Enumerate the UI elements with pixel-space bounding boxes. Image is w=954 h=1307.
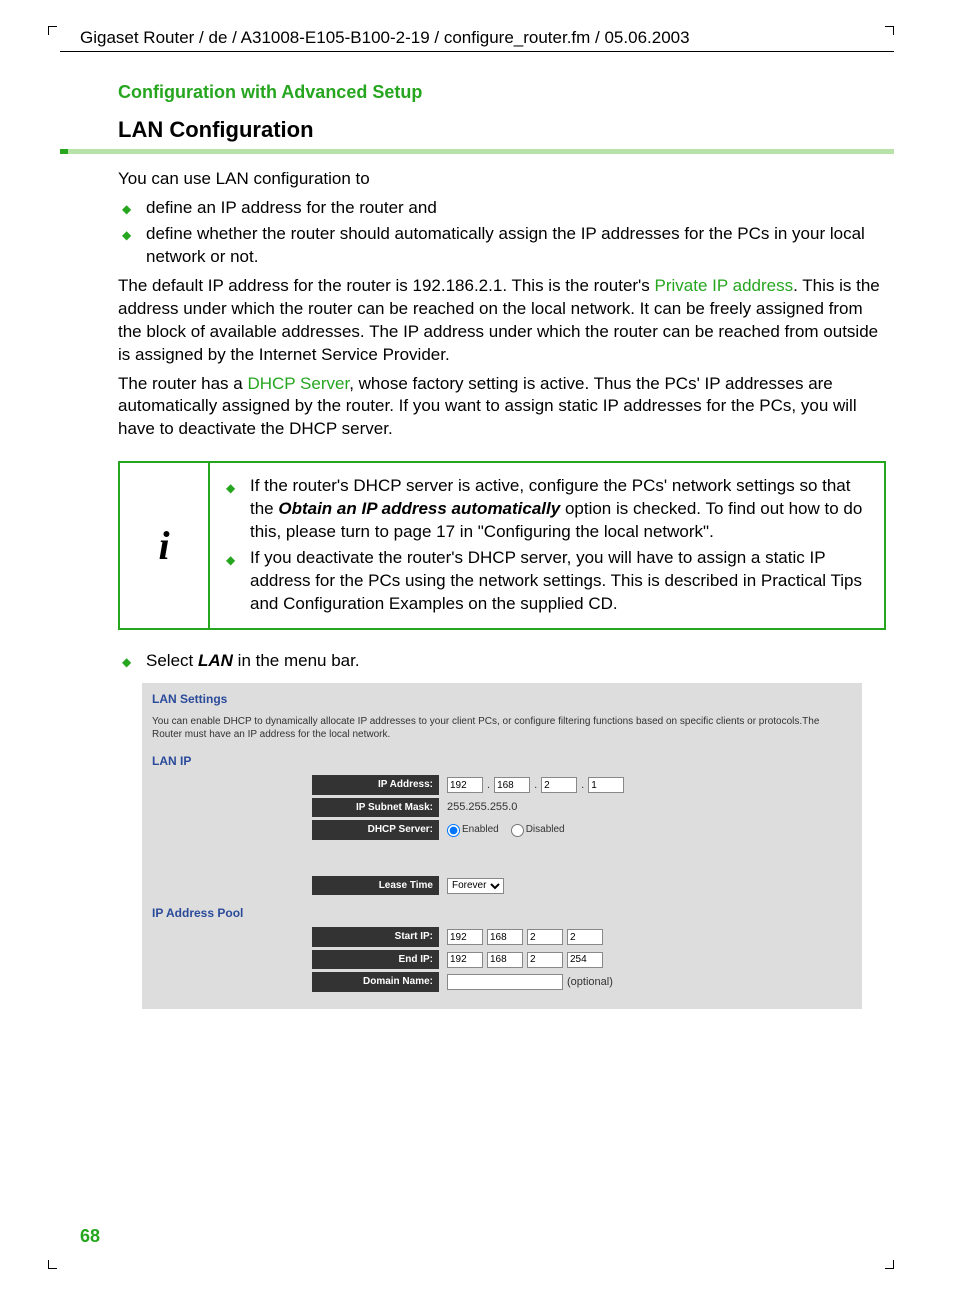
info-bullet-2: If you deactivate the router's DHCP serv…	[250, 547, 872, 616]
page-number: 68	[80, 1226, 100, 1247]
ui-label-lease: Lease Time	[312, 876, 439, 896]
chapter-title: Configuration with Advanced Setup	[118, 82, 886, 103]
ui-ip-oct4[interactable]	[588, 777, 624, 793]
dhcp-paragraph: The router has a DHCP Server, whose fact…	[118, 373, 886, 442]
router-ui-screenshot: LAN Settings You can enable DHCP to dyna…	[142, 683, 862, 1009]
header-path: Gigaset Router / de / A31008-E105-B100-2…	[60, 28, 894, 52]
default-ip-paragraph: The default IP address for the router is…	[118, 275, 886, 367]
dhcp-server-link[interactable]: DHCP Server	[247, 374, 349, 393]
ui-label-domain: Domain Name:	[312, 972, 439, 992]
ui-description: You can enable DHCP to dynamically alloc…	[152, 715, 852, 741]
ui-section-pool: IP Address Pool	[152, 905, 852, 921]
ui-lease-select[interactable]: Forever	[447, 878, 504, 894]
ui-start-oct2[interactable]	[487, 929, 523, 945]
ui-end-oct2[interactable]	[487, 952, 523, 968]
intro-bullet-1: define an IP address for the router and	[146, 197, 886, 220]
ui-label-end-ip: End IP:	[312, 950, 439, 970]
ui-label-dhcp: DHCP Server:	[312, 820, 439, 840]
ui-end-oct4[interactable]	[567, 952, 603, 968]
ui-label-start-ip: Start IP:	[312, 927, 439, 947]
ui-end-oct3[interactable]	[527, 952, 563, 968]
ui-domain-input[interactable]	[447, 974, 563, 990]
ui-ip-oct1[interactable]	[447, 777, 483, 793]
intro-bullet-2: define whether the router should automat…	[146, 223, 886, 269]
intro-text: You can use LAN configuration to	[118, 168, 886, 191]
section-title: LAN Configuration	[118, 117, 886, 143]
info-icon: i	[120, 463, 210, 628]
ui-subnet-value: 255.255.255.0	[447, 800, 517, 815]
ui-label-subnet: IP Subnet Mask:	[312, 798, 439, 818]
info-box: i If the router's DHCP server is active,…	[118, 461, 886, 630]
ui-end-oct1[interactable]	[447, 952, 483, 968]
ui-dhcp-enabled-radio[interactable]	[447, 824, 460, 837]
ui-title: LAN Settings	[152, 691, 852, 707]
ui-ip-oct3[interactable]	[541, 777, 577, 793]
ui-start-oct1[interactable]	[447, 929, 483, 945]
ui-section-lan-ip: LAN IP	[152, 753, 852, 769]
ui-ip-oct2[interactable]	[494, 777, 530, 793]
ui-dhcp-disabled-radio[interactable]	[511, 824, 524, 837]
ui-domain-optional: (optional)	[567, 975, 613, 990]
ui-start-oct4[interactable]	[567, 929, 603, 945]
ui-start-oct3[interactable]	[527, 929, 563, 945]
private-ip-link[interactable]: Private IP address	[655, 276, 794, 295]
info-bullet-1: If the router's DHCP server is active, c…	[250, 475, 872, 544]
title-rule	[60, 149, 894, 154]
ui-label-ip: IP Address:	[312, 775, 439, 795]
select-lan-bullet: Select LAN in the menu bar.	[146, 650, 886, 673]
